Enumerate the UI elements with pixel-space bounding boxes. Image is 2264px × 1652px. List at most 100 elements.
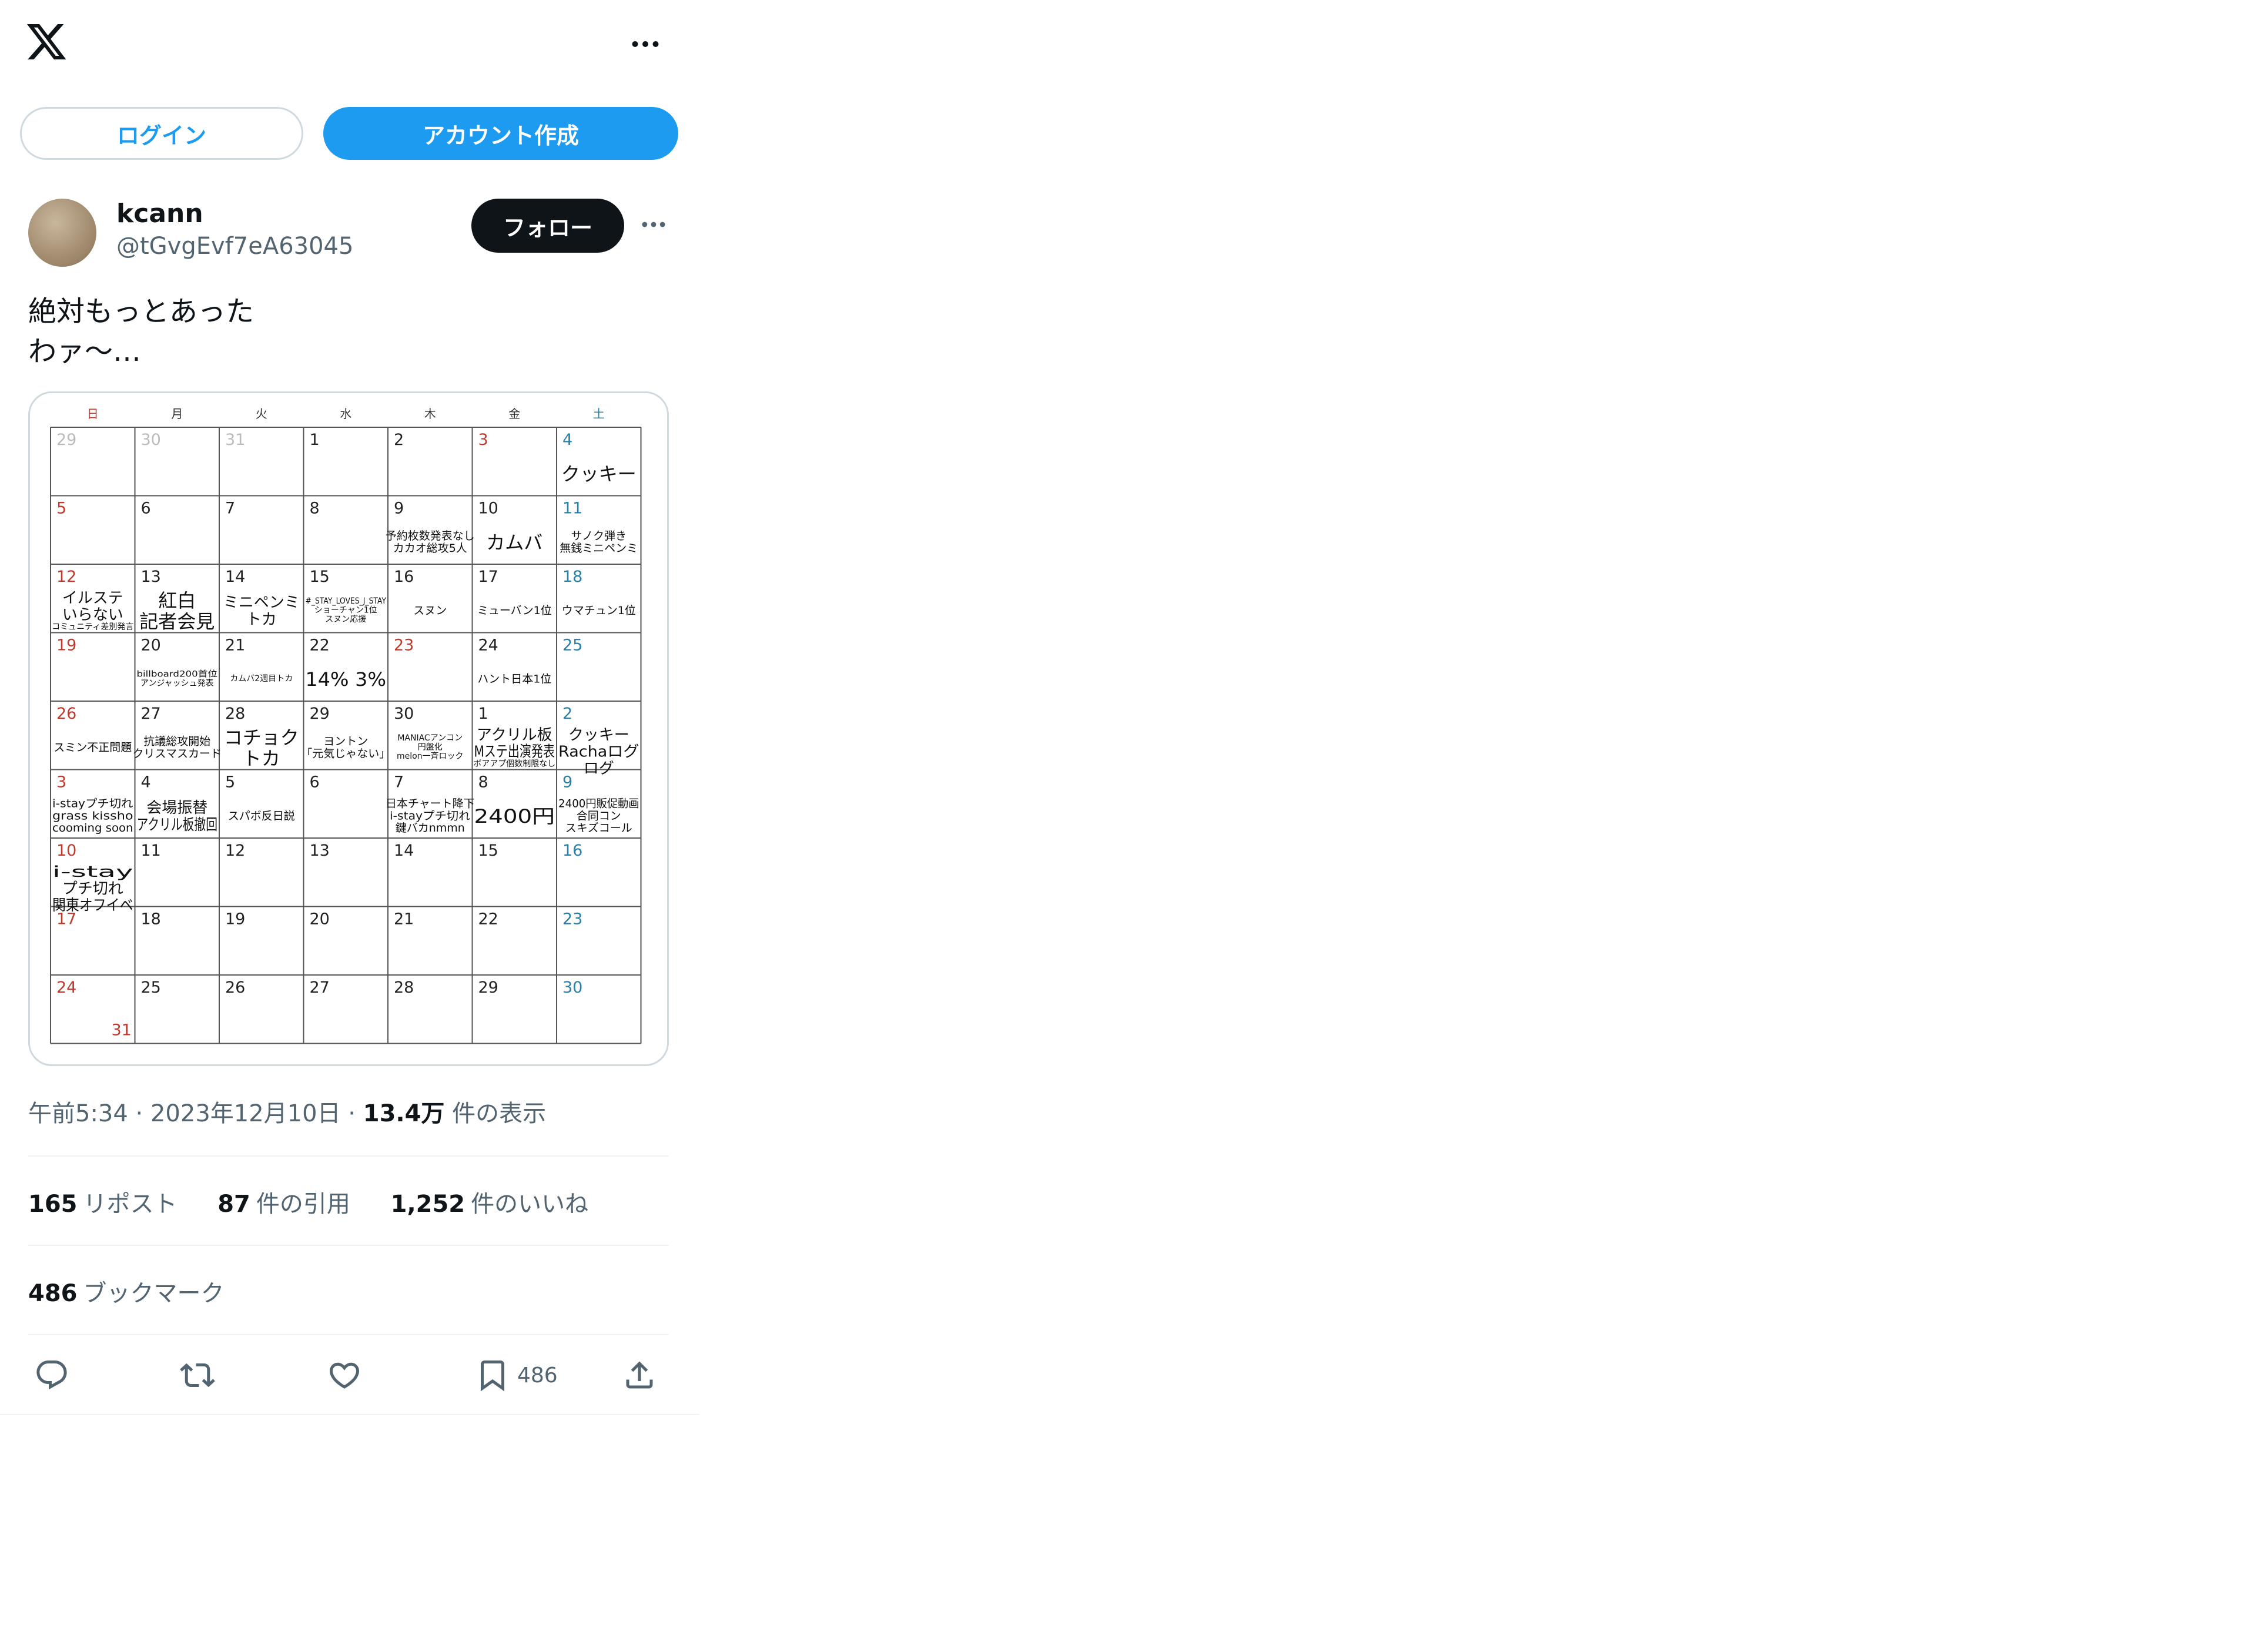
post-time[interactable]: 午前5:34: [28, 1100, 128, 1127]
calendar-day-number: 29: [56, 431, 76, 449]
calendar-day-number: 26: [225, 979, 245, 997]
calendar-day-number: 8: [478, 773, 488, 792]
author-name[interactable]: kcann: [116, 199, 203, 229]
post-text-line: 絶対もっとあった: [28, 295, 254, 328]
bookmarks-label: ブックマーク: [83, 1280, 225, 1307]
calendar-day-number: 9: [394, 500, 404, 518]
calendar-day-number: 6: [141, 500, 151, 518]
post-image-calendar[interactable]: 日月火水木金土 29 30 31 1 2 3 4 クッキー 5 6 7 8 9 予約枚数発表なし カカオ総攻5…: [28, 391, 669, 1066]
calendar-note: アクリル板: [477, 726, 552, 744]
calendar-note: トカ: [246, 611, 277, 628]
calendar-weekday-label: 金: [508, 407, 520, 421]
calendar-note: カカオ総攻5人: [393, 542, 467, 555]
calendar-day-number: 24: [478, 636, 498, 655]
calendar-note: ミューバン1位: [477, 604, 552, 617]
top-bar: [0, 0, 699, 94]
calendar-day-number: 1: [310, 431, 320, 449]
calendar-day-number: 3: [56, 773, 66, 792]
reposts-count: 165: [28, 1191, 78, 1218]
calendar-note: 記者会見: [139, 610, 215, 632]
post-more-icon[interactable]: [636, 209, 671, 240]
calendar-note: ハント日本1位: [477, 672, 551, 685]
calendar-day-number: 11: [562, 500, 582, 518]
x-logo-icon[interactable]: [25, 20, 68, 63]
calendar-day-number: 3: [478, 431, 488, 449]
calendar-note: 合同コン: [577, 809, 621, 822]
calendar-day-number: 30: [394, 705, 414, 723]
calendar-day-number: 4: [141, 773, 151, 792]
calendar-day-number: 5: [225, 773, 235, 792]
post-date[interactable]: 2023年12月10日: [150, 1100, 341, 1127]
calendar-day-number: 14: [394, 842, 414, 860]
post-text: 絶対もっとあった わァ〜…: [28, 291, 254, 371]
calendar-day-number: 25: [562, 636, 582, 655]
share-button[interactable]: [622, 1358, 657, 1393]
bookmark-button[interactable]: 486: [475, 1358, 558, 1393]
engagement-stats: 165 リポスト 87 件の引用 1,252 件のいいね: [28, 1185, 621, 1219]
calendar-note: 日本チャート降下: [386, 797, 475, 810]
calendar-day-number: 12: [225, 842, 245, 860]
calendar-note: スミン不正問題: [53, 741, 132, 754]
calendar-day-number: 23: [562, 910, 582, 929]
calendar-note: #_STAY_LOVES_J_STAY: [306, 597, 387, 606]
calendar-day-number: 7: [225, 500, 235, 518]
calendar-note: 2400円販促動画: [558, 797, 639, 810]
calendar-weekday-label: 水: [340, 407, 351, 421]
calendar-day-number: 2: [394, 431, 404, 449]
calendar-note: melon一斉ロック: [397, 752, 464, 761]
calendar-note: クリスマスカード: [133, 747, 222, 760]
likes-stat[interactable]: 1,252 件のいいね: [391, 1191, 589, 1218]
calendar-note: ウマチュン1位: [562, 604, 636, 617]
calendar-day-number: 22: [310, 636, 330, 655]
calendar-day-number: 22: [478, 910, 498, 929]
calendar-note: スキズコール: [565, 822, 632, 835]
calendar-note: プチ切れ: [62, 880, 123, 898]
calendar-note: 会場振替: [146, 799, 207, 817]
like-button[interactable]: [327, 1358, 362, 1393]
views-count: 13.4万: [363, 1100, 445, 1127]
calendar-note: Mステ出演発表: [474, 743, 555, 761]
calendar-note: サノク弾き: [571, 530, 627, 542]
calendar-note: スパボ反日説: [228, 809, 295, 822]
reply-button[interactable]: [34, 1358, 69, 1393]
calendar-note: コミュニティ差別発言: [52, 622, 133, 632]
quotes-stat[interactable]: 87 件の引用: [217, 1191, 350, 1218]
calendar-weekday-label: 火: [256, 407, 267, 421]
divider: [28, 1155, 669, 1157]
calendar-note: スヌン応援: [325, 615, 366, 624]
calendar-day-number: 19: [56, 636, 76, 655]
heart-icon: [329, 1362, 360, 1389]
calendar-day-number: 14: [225, 568, 245, 586]
calendar-note: grass kissho: [52, 809, 133, 822]
calendar-day-number: 27: [141, 705, 161, 723]
more-horizontal-icon[interactable]: [628, 26, 663, 62]
follow-button[interactable]: フォロー: [471, 199, 624, 253]
calendar-day-number: 10: [478, 500, 498, 518]
calendar-note: アンジャッシュ発表: [140, 679, 214, 688]
login-button[interactable]: ログイン: [20, 107, 303, 160]
calendar-note: billboard200首位: [137, 669, 218, 679]
create-account-button[interactable]: アカウント作成: [323, 107, 678, 160]
author-handle[interactable]: @tGvgEvf7eA63045: [116, 233, 353, 260]
likes-count: 1,252: [390, 1191, 465, 1218]
calendar-day-number: 24: [56, 979, 76, 997]
calendar-note: 2400円: [474, 805, 555, 827]
reply-icon: [36, 1361, 67, 1390]
calendar-note: カムバ2週目トカ: [230, 674, 293, 683]
calendar-weekday-label: 月: [171, 407, 183, 421]
reposts-stat[interactable]: 165 リポスト: [28, 1191, 177, 1218]
repost-button[interactable]: [180, 1358, 215, 1393]
calendar-note: MANIACアンコン: [397, 733, 463, 743]
calendar-note: 円盤化: [418, 743, 443, 752]
calendar-note: カムバ: [486, 531, 542, 554]
calendar-day-number: 6: [310, 773, 320, 792]
bookmark-icon: [481, 1361, 504, 1392]
meta-separator: ·: [135, 1100, 143, 1127]
avatar[interactable]: [28, 199, 96, 267]
repost-icon: [180, 1363, 215, 1388]
calendar-note: ヨントン: [323, 735, 368, 748]
divider: [28, 1334, 669, 1335]
calendar-weekday-label: 土: [593, 407, 605, 421]
meta-separator: ·: [348, 1100, 356, 1127]
calendar-weekday-label: 日: [87, 407, 99, 421]
